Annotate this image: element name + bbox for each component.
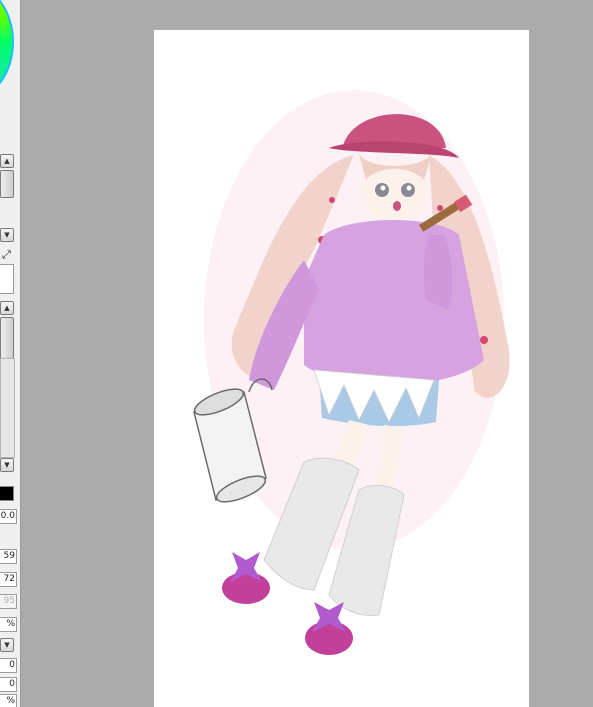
scroll-down-icon[interactable]: ▼ [0, 458, 14, 472]
scrollbar-thumb[interactable] [0, 170, 14, 198]
percent-label-2: % [0, 694, 17, 707]
primary-color-swatch[interactable] [0, 486, 14, 501]
scrollbar-track[interactable] [0, 358, 15, 458]
tool-panel: ▲ ▼ ⤢ ▲ ▼ 0.0 59 72 95 % ▼ 0 0 % [0, 0, 21, 707]
scroll-down-icon[interactable]: ▼ [0, 228, 14, 242]
scrollbar-thumb[interactable] [0, 317, 14, 359]
swap-colors-icon[interactable]: ⤢ [2, 248, 11, 262]
scroll-down-icon[interactable]: ▼ [0, 638, 14, 652]
percent-label: % [0, 617, 17, 632]
value-field-3: 95 [0, 594, 17, 609]
color-wheel[interactable] [0, 0, 14, 99]
value-field-4[interactable]: 0 [0, 658, 17, 673]
value-field-1[interactable]: 59 [0, 549, 17, 564]
canvas-area[interactable] [22, 0, 593, 707]
opacity-field[interactable]: 0.0 [0, 509, 17, 524]
scroll-up-icon[interactable]: ▲ [0, 301, 14, 315]
value-field-2[interactable]: 72 [0, 572, 17, 587]
value-field-5[interactable]: 0 [0, 677, 17, 692]
canvas-paper[interactable] [154, 30, 529, 707]
illustration [193, 90, 510, 655]
scroll-up-icon[interactable]: ▲ [0, 154, 14, 168]
preview-box [0, 264, 14, 294]
